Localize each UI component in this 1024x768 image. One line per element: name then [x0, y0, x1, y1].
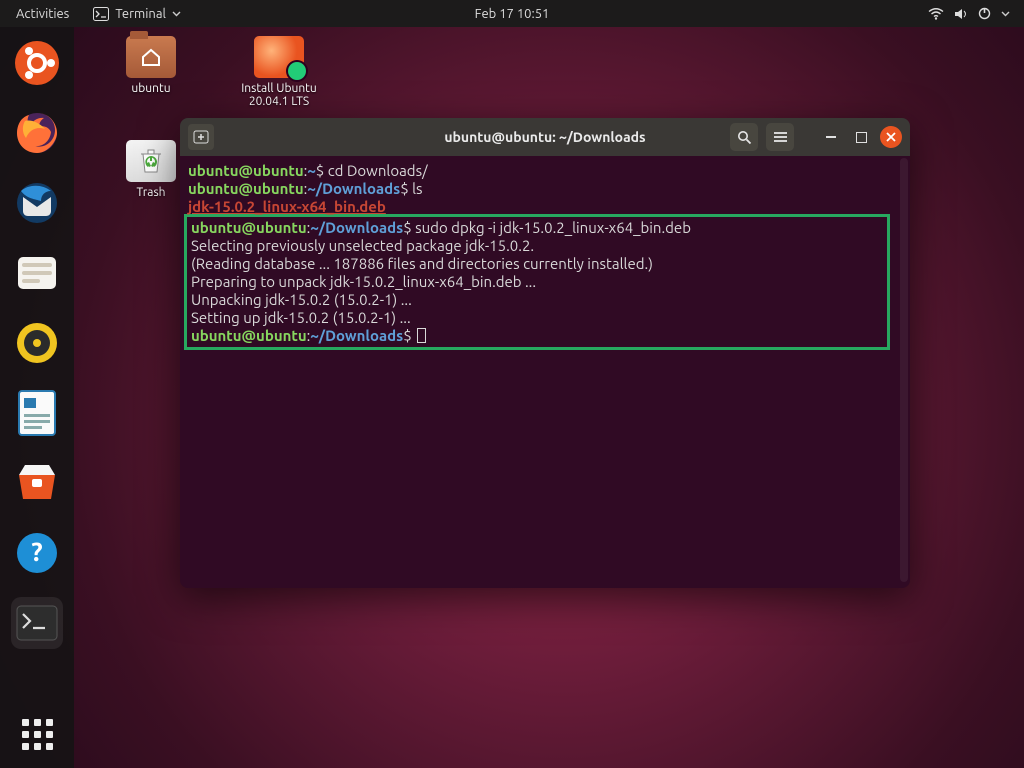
terminal-output[interactable]: ubuntu@ubuntu:~$ cd Downloads/ ubuntu@ub…: [180, 156, 910, 588]
search-button[interactable]: [730, 123, 758, 151]
close-button[interactable]: [880, 126, 902, 148]
desktop-icon-label: 20.04.1 LTS: [224, 95, 334, 108]
trash-icon: [126, 140, 176, 182]
terminal-icon: [93, 7, 109, 21]
menu-button[interactable]: [766, 123, 794, 151]
desktop-icon-label: Install Ubuntu: [224, 82, 334, 95]
top-bar: Activities Terminal Feb 17 10:51: [0, 0, 1024, 27]
chevron-down-icon: [1001, 11, 1010, 17]
terminal-window: ubuntu@ubuntu: ~/Downloads ubuntu@ubuntu…: [180, 118, 910, 588]
dock-icon-thunderbird[interactable]: [11, 177, 63, 229]
window-titlebar[interactable]: ubuntu@ubuntu: ~/Downloads: [180, 118, 910, 156]
apps-grid-icon: [22, 719, 53, 750]
folder-icon: [126, 36, 176, 78]
close-icon: [886, 132, 896, 142]
clock[interactable]: Feb 17 10:51: [475, 7, 550, 21]
terminal-cursor: [417, 328, 426, 343]
dock-icon-files[interactable]: [11, 247, 63, 299]
dock-icon-firefox[interactable]: [11, 107, 63, 159]
window-title: ubuntu@ubuntu: ~/Downloads: [444, 129, 645, 145]
chevron-down-icon: [172, 11, 181, 17]
hamburger-icon: [773, 131, 788, 143]
volume-icon: [954, 8, 968, 20]
search-icon: [737, 130, 752, 145]
dock: ?: [0, 27, 74, 768]
minimize-button[interactable]: [820, 126, 842, 148]
app-menu-label: Terminal: [115, 7, 166, 21]
dock-icon-rhythmbox[interactable]: [11, 317, 63, 369]
power-icon: [978, 7, 991, 20]
desktop-icon-installer[interactable]: Install Ubuntu 20.04.1 LTS: [224, 36, 334, 108]
ubuntu-installer-icon: [254, 36, 304, 78]
wifi-icon: [928, 8, 944, 20]
dock-icon-ubuntu[interactable]: [11, 37, 63, 89]
dock-icon-software[interactable]: [11, 457, 63, 509]
svg-text:?: ?: [31, 537, 42, 566]
show-applications-button[interactable]: [11, 716, 63, 768]
app-menu[interactable]: Terminal: [85, 7, 189, 21]
annotation-highlight: ubuntu@ubuntu:~/Downloads$ sudo dpkg -i …: [184, 214, 890, 350]
terminal-scrollbar[interactable]: [900, 158, 908, 582]
system-status-area[interactable]: [928, 7, 1024, 20]
desktop-icon-home[interactable]: ubuntu: [96, 36, 206, 95]
activities-button[interactable]: Activities: [0, 7, 85, 21]
dock-icon-help[interactable]: ?: [11, 527, 63, 579]
dock-icon-libreoffice[interactable]: [11, 387, 63, 439]
new-tab-button[interactable]: [188, 124, 214, 150]
new-tab-icon: [193, 130, 209, 144]
desktop-icon-label: ubuntu: [96, 82, 206, 95]
maximize-button[interactable]: [850, 126, 872, 148]
dock-icon-terminal[interactable]: [11, 597, 63, 649]
